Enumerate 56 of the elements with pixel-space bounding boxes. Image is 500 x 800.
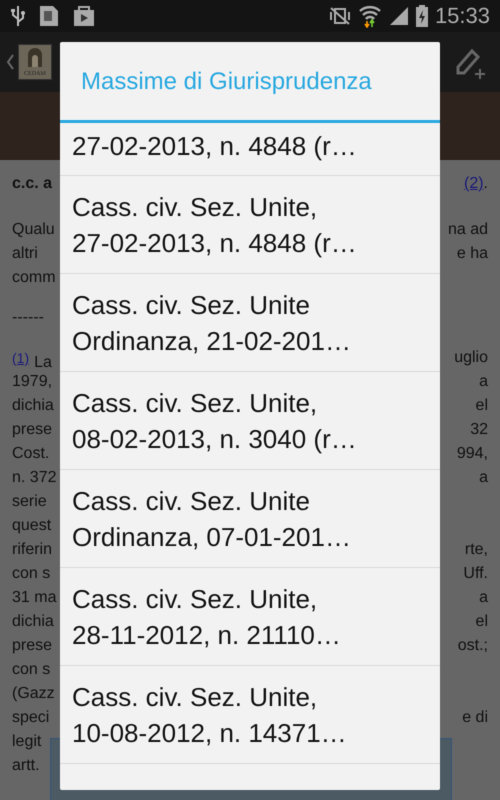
back-chevron-icon[interactable] — [6, 54, 14, 70]
body-text: a — [479, 468, 488, 488]
list-item[interactable]: Cass. civ. Sez. Unite, 28-11-2012, n. 21110… — [60, 568, 440, 666]
body-text: uglio — [454, 348, 488, 368]
body-text: n. 372 — [12, 468, 56, 488]
body-text: altri — [12, 244, 38, 264]
list-item[interactable]: Cass. civ. Sez. Unite, 10-08-2012, n. 14371… — [60, 666, 440, 764]
usb-icon — [10, 5, 26, 27]
body-text: comm — [12, 268, 56, 288]
body-text: e di — [462, 708, 488, 728]
body-text: 1979, — [12, 372, 52, 392]
body-text: dichia — [12, 396, 54, 416]
body-text: dichia — [12, 612, 54, 632]
body-text: 31 ma — [12, 588, 56, 608]
list-item[interactable]: Cass. civ. Sez. Unite Ordinanza, 07-01-201… — [60, 470, 440, 568]
body-text: e ha — [456, 244, 488, 264]
section-heading: c.c. a — [12, 174, 52, 194]
body-text: quest — [12, 516, 52, 536]
wifi-icon — [358, 4, 382, 28]
body-text: artt. — [12, 756, 40, 776]
clock-time: 15:33 — [434, 3, 490, 29]
body-text: La — [34, 354, 52, 371]
body-text: (Gazz — [12, 684, 55, 704]
body-text: prese — [12, 420, 52, 440]
body-text: el — [476, 612, 488, 632]
play-bag-icon — [72, 4, 96, 28]
body-text: na ad — [448, 220, 488, 240]
body-text: ost.; — [458, 636, 488, 656]
body-text: el — [476, 396, 488, 416]
list-item[interactable]: 27-02-2013, n. 4848 (r… — [60, 123, 440, 176]
body-text: legit — [12, 732, 42, 752]
body-text: serie — [12, 492, 47, 512]
body-text: Uff. — [463, 564, 488, 584]
list-item[interactable]: Cass. civ. Sez. Unite, 27-02-2013, n. 4848 (r… — [60, 176, 440, 274]
body-text: Cost. — [12, 444, 50, 464]
body-text: a — [479, 588, 488, 608]
dialog-title: Massime di Giurisprudenza — [60, 42, 440, 123]
period-text: . — [484, 175, 488, 192]
body-text: a — [479, 372, 488, 392]
body-text: con s — [12, 564, 50, 584]
sd-card-icon — [38, 4, 60, 28]
body-text: rte, — [464, 540, 488, 560]
battery-charging-icon — [416, 5, 428, 27]
body-text: prese — [12, 636, 52, 656]
body-text: ------ — [12, 308, 44, 328]
body-text: con s — [12, 660, 50, 680]
list-item[interactable]: Cass. civ. Sez. Unite Ordinanza, 21-02-201… — [60, 274, 440, 372]
body-text: Qualu — [12, 220, 55, 240]
signal-icon — [388, 6, 409, 26]
arch-drawing — [26, 47, 44, 67]
body-text: 994, — [456, 444, 488, 464]
body-text: 32 — [470, 420, 488, 440]
body-text: riferin — [12, 540, 52, 560]
list-item[interactable]: Cass. civ. Sez. Unite, 08-02-2013, n. 3040 (r… — [60, 372, 440, 470]
vibrate-off-icon — [328, 6, 351, 26]
body-text: speci — [12, 708, 50, 728]
